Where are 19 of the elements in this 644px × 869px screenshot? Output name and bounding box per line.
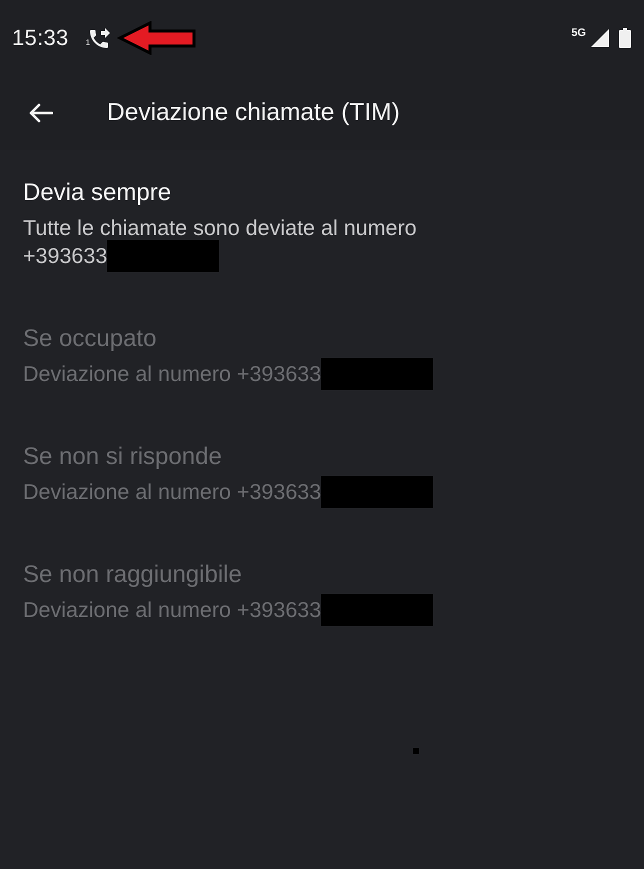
setting-title: Se non raggiungibile [23,560,243,590]
battery-icon [619,28,631,48]
pointer-arrow-icon [117,21,198,55]
back-icon[interactable] [28,103,53,123]
status-time: 15:33 [12,25,69,51]
setting-title: Se occupato [23,324,158,354]
setting-summary: Deviazione al numero +393633 [23,479,322,506]
square-mark-icon [413,748,419,754]
sim-number: 1 [86,39,90,47]
setting-summary: Deviazione al numero +393633 [23,361,322,388]
screen-title: Deviazione chiamate (TIM) [107,99,400,127]
setting-title[interactable]: Devia sempre [23,178,621,208]
setting-title: Se non si risponde [23,442,223,472]
call-forward-icon [90,28,110,48]
signal-icon [591,29,609,47]
setting-summary: Tutte le chiamate sono deviate al numero [23,215,417,242]
setting-summary: Deviazione al numero +393633 [23,597,322,624]
network-type: 5G [571,27,586,39]
setting-summary: +393633 [23,243,108,270]
